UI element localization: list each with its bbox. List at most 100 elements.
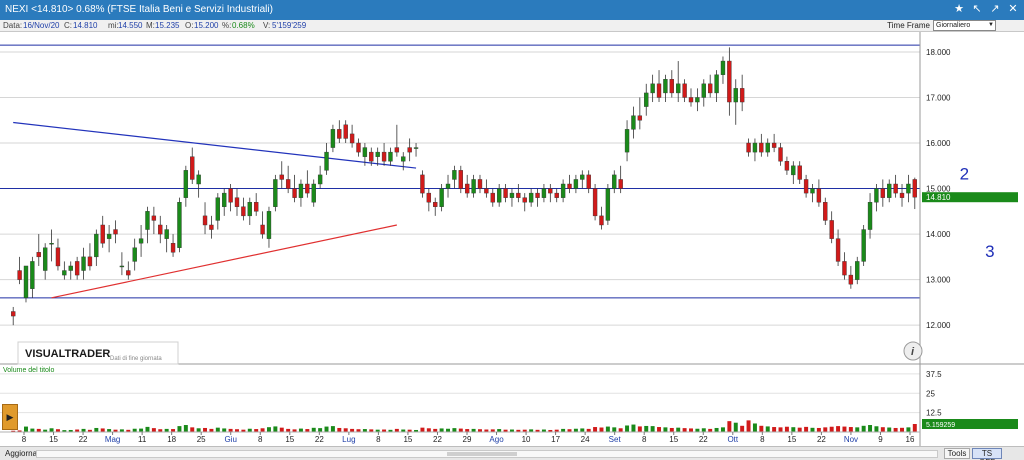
x-tick-label: 15 [787, 435, 796, 444]
candle-body [305, 183, 310, 194]
candle-body [618, 179, 623, 189]
candle-body [688, 97, 694, 103]
maximize-arrow-icon[interactable]: ↗ [988, 2, 1002, 17]
aggiorna-button[interactable]: Aggiorna [3, 448, 39, 459]
volume-tick-label: 12.5 [926, 409, 942, 418]
side-panel-toggle[interactable]: ▶ [2, 404, 18, 430]
volume-bar [657, 427, 662, 432]
window-controls: ★ ↖ ↗ ✕ [952, 2, 1020, 17]
candle-body [624, 129, 630, 153]
volume-bar [311, 427, 316, 432]
candle-body [285, 179, 291, 189]
candle-body [816, 188, 822, 203]
volume-bar [797, 427, 802, 432]
x-tick-label: 17 [551, 435, 560, 444]
candle-body [733, 88, 738, 103]
close-label: C: [64, 21, 72, 30]
candle-body [592, 188, 598, 217]
volume-bar [842, 426, 847, 432]
volume-bar [266, 427, 271, 432]
x-tick-label: 15 [285, 435, 294, 444]
close-icon[interactable]: ✕ [1006, 2, 1020, 17]
volume-bar [24, 426, 28, 432]
chevron-down-icon: ▼ [988, 22, 994, 28]
candle-body [81, 256, 86, 271]
candle-body [765, 142, 770, 153]
volume-label: V: [263, 21, 271, 30]
favorite-star-icon[interactable]: ★ [952, 2, 966, 17]
volume-bar [625, 425, 630, 432]
volume-bar [733, 422, 738, 432]
candle-body [132, 247, 137, 262]
volume-bar [714, 427, 719, 432]
candle-body [465, 183, 470, 194]
x-tick-label: 15 [669, 435, 678, 444]
scroll-thumb[interactable] [447, 452, 517, 456]
candle-body [727, 60, 732, 103]
candle-body [113, 229, 118, 235]
candle-body [842, 261, 847, 276]
volume-bar [880, 427, 885, 432]
volume-bar [324, 426, 329, 432]
chart-canvas[interactable]: 18.000 17.000 16.000 15.000 14.000 13.000 12.0… [0, 32, 1024, 446]
candle-body [759, 142, 764, 153]
undock-arrow-icon[interactable]: ↖ [970, 2, 984, 17]
volume-bar [439, 428, 444, 432]
tools-button[interactable]: Tools [944, 448, 970, 459]
volume-bar [279, 427, 284, 432]
volume-tick-label: 37.5 [926, 370, 942, 379]
date-label: Data: [3, 21, 23, 30]
volume-bar [183, 425, 188, 432]
candle-body [835, 238, 841, 262]
candle-body [317, 174, 323, 185]
candle-body [388, 151, 393, 162]
candle-body [503, 188, 508, 198]
volume-bar [887, 427, 892, 432]
candle-body [861, 229, 866, 262]
candle-body [279, 174, 284, 180]
candle-body [241, 206, 246, 217]
candle-body [912, 179, 917, 198]
candle-body [202, 215, 208, 226]
candle-body [580, 174, 585, 180]
x-tick-label: Mag [105, 435, 121, 444]
volume-bar [426, 428, 431, 432]
horizontal-scrollbar[interactable] [36, 450, 938, 458]
volume-bar [49, 428, 54, 432]
last-volume-label: 5.159259 [926, 422, 955, 429]
candle-body [36, 252, 41, 258]
candle-body [439, 188, 444, 207]
x-tick-label: 16 [906, 435, 915, 444]
candle-body [260, 224, 265, 235]
candle-body [810, 188, 815, 194]
candle-body [138, 238, 144, 244]
candle-body [324, 151, 329, 171]
candle-body [490, 192, 495, 203]
volume-bar [746, 420, 751, 432]
candle-body [650, 83, 655, 94]
x-tick-label: 24 [581, 435, 590, 444]
timeframe-select[interactable]: Giornaliero ▼ [933, 20, 996, 31]
ts-off-button[interactable]: TS OFF [972, 448, 1002, 460]
candle-body [452, 170, 457, 180]
info-icon[interactable]: i [903, 341, 923, 361]
candle-body [528, 192, 534, 203]
candle-body [669, 79, 674, 94]
candle-body [599, 215, 604, 226]
candle-body [145, 211, 150, 230]
x-tick-label: 18 [167, 435, 176, 444]
volume-bar [343, 428, 348, 432]
candle-body [292, 188, 297, 198]
candle-body [209, 224, 214, 230]
candle-body [791, 165, 796, 176]
volume-bar [720, 427, 725, 432]
x-tick-label: 22 [817, 435, 826, 444]
candle-body [106, 233, 112, 239]
volume-bar [784, 426, 789, 432]
candle-body [739, 88, 745, 103]
candle-body [458, 170, 463, 189]
volume-bar [196, 428, 201, 432]
high-value: 15.235 [155, 21, 180, 30]
candle-body [541, 188, 547, 198]
high-label: M: [146, 21, 155, 30]
